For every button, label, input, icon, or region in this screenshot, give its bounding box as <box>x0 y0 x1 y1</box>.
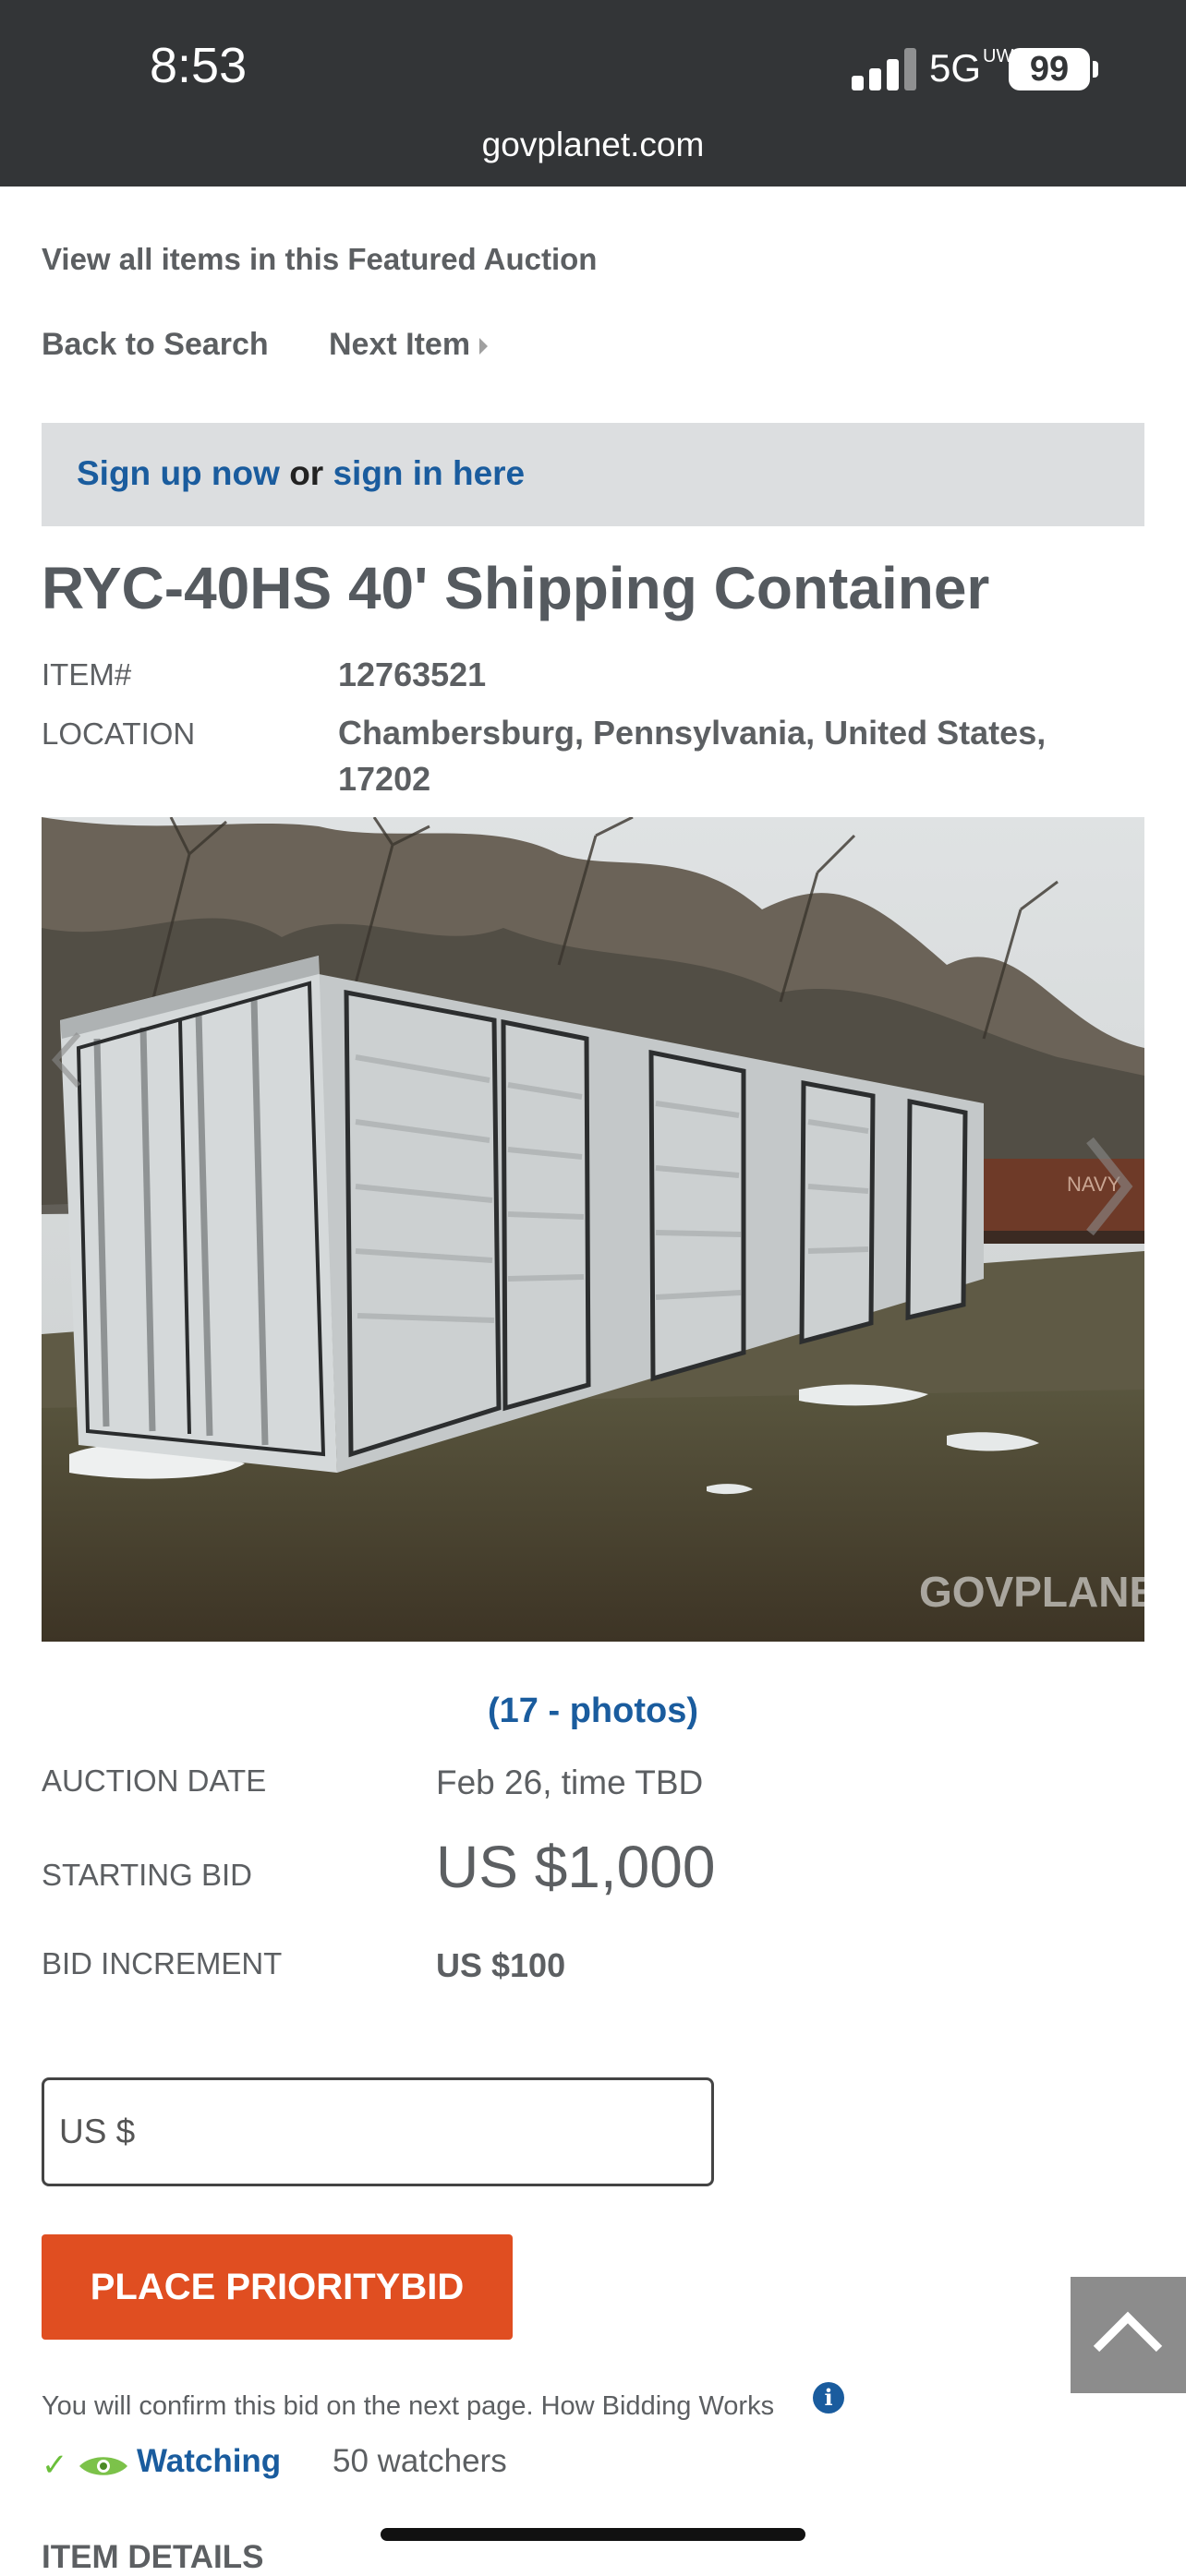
item-title: RYC-40HS 40' Shipping Container <box>42 555 990 621</box>
scroll-to-top-button[interactable] <box>1071 2277 1186 2393</box>
next-item-link[interactable]: Next Item <box>329 327 489 363</box>
signal-icon <box>852 48 918 90</box>
check-icon: ✓ <box>42 2448 68 2483</box>
chevron-up-icon <box>1093 2311 1163 2353</box>
info-icon[interactable]: i <box>813 2382 844 2413</box>
caret-right-icon <box>479 338 489 355</box>
url-bar[interactable]: govplanet.com <box>0 126 1186 164</box>
item-number: 12763521 <box>338 656 487 693</box>
item-number-label: ITEM# <box>42 657 132 692</box>
bid-increment-value: US $100 <box>436 1946 566 1984</box>
bid-amount-input[interactable] <box>42 2077 714 2186</box>
signup-banner: Sign up now or sign in here <box>42 423 1144 526</box>
signup-link[interactable]: Sign up now <box>77 454 280 492</box>
confirm-note: You will confirm this bid on the next pa… <box>42 2391 775 2421</box>
battery-icon: 99 <box>1009 48 1090 90</box>
home-indicator <box>381 2528 805 2541</box>
auction-date-value: Feb 26, time TBD <box>436 1763 704 1801</box>
featured-auction-link[interactable]: View all items in this Featured Auction <box>42 242 597 277</box>
clock: 8:53 <box>150 38 248 93</box>
eye-icon <box>79 2457 127 2475</box>
starting-bid-label: STARTING BID <box>42 1858 252 1892</box>
starting-bid-value: US $1,000 <box>436 1834 716 1900</box>
battery-tip <box>1093 61 1098 78</box>
photo-watermark: GOVPLANET <box>919 1568 1144 1616</box>
watching-link[interactable]: Watching <box>137 2443 281 2480</box>
next-item-label: Next Item <box>329 327 471 362</box>
auction-date-label: AUCTION DATE <box>42 1763 267 1798</box>
photos-count-link[interactable]: (17 - photos) <box>0 1691 1186 1731</box>
signin-link[interactable]: sign in here <box>333 454 525 492</box>
item-details-heading: ITEM DETAILS <box>42 2539 264 2575</box>
location-line2: 17202 <box>338 760 431 798</box>
location-line1: Chambersburg, Pennsylvania, United State… <box>338 714 1047 752</box>
status-bar: 8:53 5G UW 99 govplanet.com <box>0 0 1186 187</box>
item-photo[interactable]: NAVY GOVPLANET <box>42 817 1144 1642</box>
network-indicator: 5G UW <box>929 46 1014 90</box>
bid-increment-label: BID INCREMENT <box>42 1946 283 1980</box>
back-to-search-link[interactable]: Back to Search <box>42 327 269 363</box>
or-text: or <box>289 454 324 492</box>
location-label: LOCATION <box>42 716 196 751</box>
watchers-count: 50 watchers <box>333 2443 507 2479</box>
place-prioritybid-button[interactable]: PLACE PRIORITYBID <box>42 2234 513 2340</box>
